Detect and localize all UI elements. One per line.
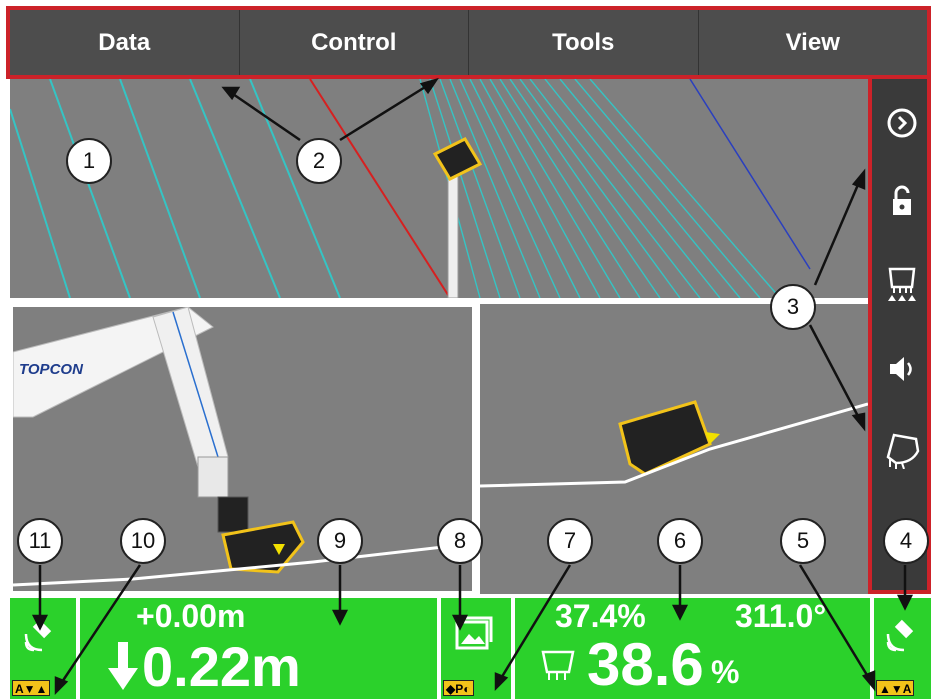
callout-9: 9 [317,518,363,564]
callout-10: 10 [120,518,166,564]
callout-8: 8 [437,518,483,564]
callout-5: 5 [780,518,826,564]
callout-7: 7 [547,518,593,564]
callout-3: 3 [770,284,816,330]
callout-6: 6 [657,518,703,564]
callout-11: 11 [17,518,63,564]
callout-2: 2 [296,138,342,184]
callout-4: 4 [883,518,929,564]
callout-1: 1 [66,138,112,184]
callout-arrows [31,77,914,696]
